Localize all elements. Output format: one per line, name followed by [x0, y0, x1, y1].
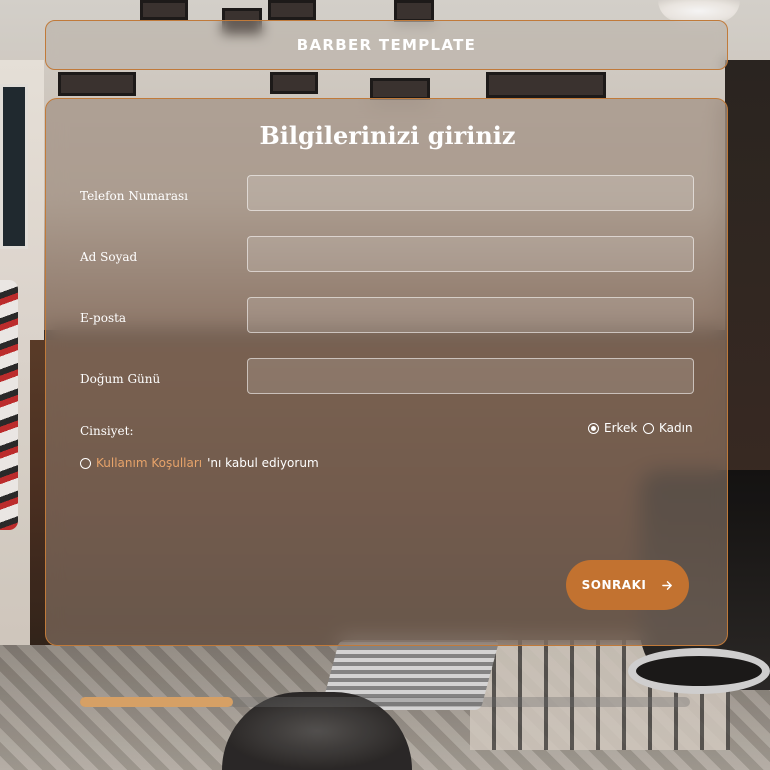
birthday-label: Doğum Günü: [80, 372, 161, 386]
terms-link[interactable]: Kullanım Koşulları: [96, 456, 202, 470]
progress-track: [80, 697, 690, 707]
gender-option-label: Kadın: [659, 421, 693, 435]
birthday-input[interactable]: [247, 358, 694, 394]
progress-fill: [80, 697, 233, 707]
terms-text: 'nı kabul ediyorum: [207, 456, 319, 470]
next-button-label: SONRAKI: [581, 578, 647, 592]
full-name-input[interactable]: [247, 236, 694, 272]
form-title: Bilgilerinizi giriniz: [259, 121, 516, 150]
arrow-right-icon: [662, 580, 673, 590]
email-label: E-posta: [80, 311, 127, 325]
name-label: Ad Soyad: [80, 250, 138, 264]
gender-label: Cinsiyet:: [80, 424, 134, 438]
gender-option-erkek[interactable]: Erkek: [588, 421, 637, 435]
terms-checkbox[interactable]: [80, 457, 91, 469]
email-input[interactable]: [247, 297, 694, 333]
header-bar: BARBER TEMPLATE: [45, 20, 728, 70]
app-title: BARBER TEMPLATE: [296, 36, 477, 54]
phone-input[interactable]: [247, 175, 694, 211]
next-button[interactable]: SONRAKI: [566, 560, 689, 610]
gender-option-kadin[interactable]: Kadın: [643, 421, 693, 435]
terms-consent: Kullanım Koşulları 'nı kabul ediyorum: [80, 456, 319, 470]
form-panel: Bilgilerinizi giriniz Telefon Numarası A…: [45, 98, 728, 646]
radio-unchecked-icon[interactable]: [643, 422, 654, 434]
phone-label: Telefon Numarası: [80, 189, 188, 203]
radio-checked-icon[interactable]: [588, 422, 599, 434]
gender-option-label: Erkek: [604, 421, 638, 435]
